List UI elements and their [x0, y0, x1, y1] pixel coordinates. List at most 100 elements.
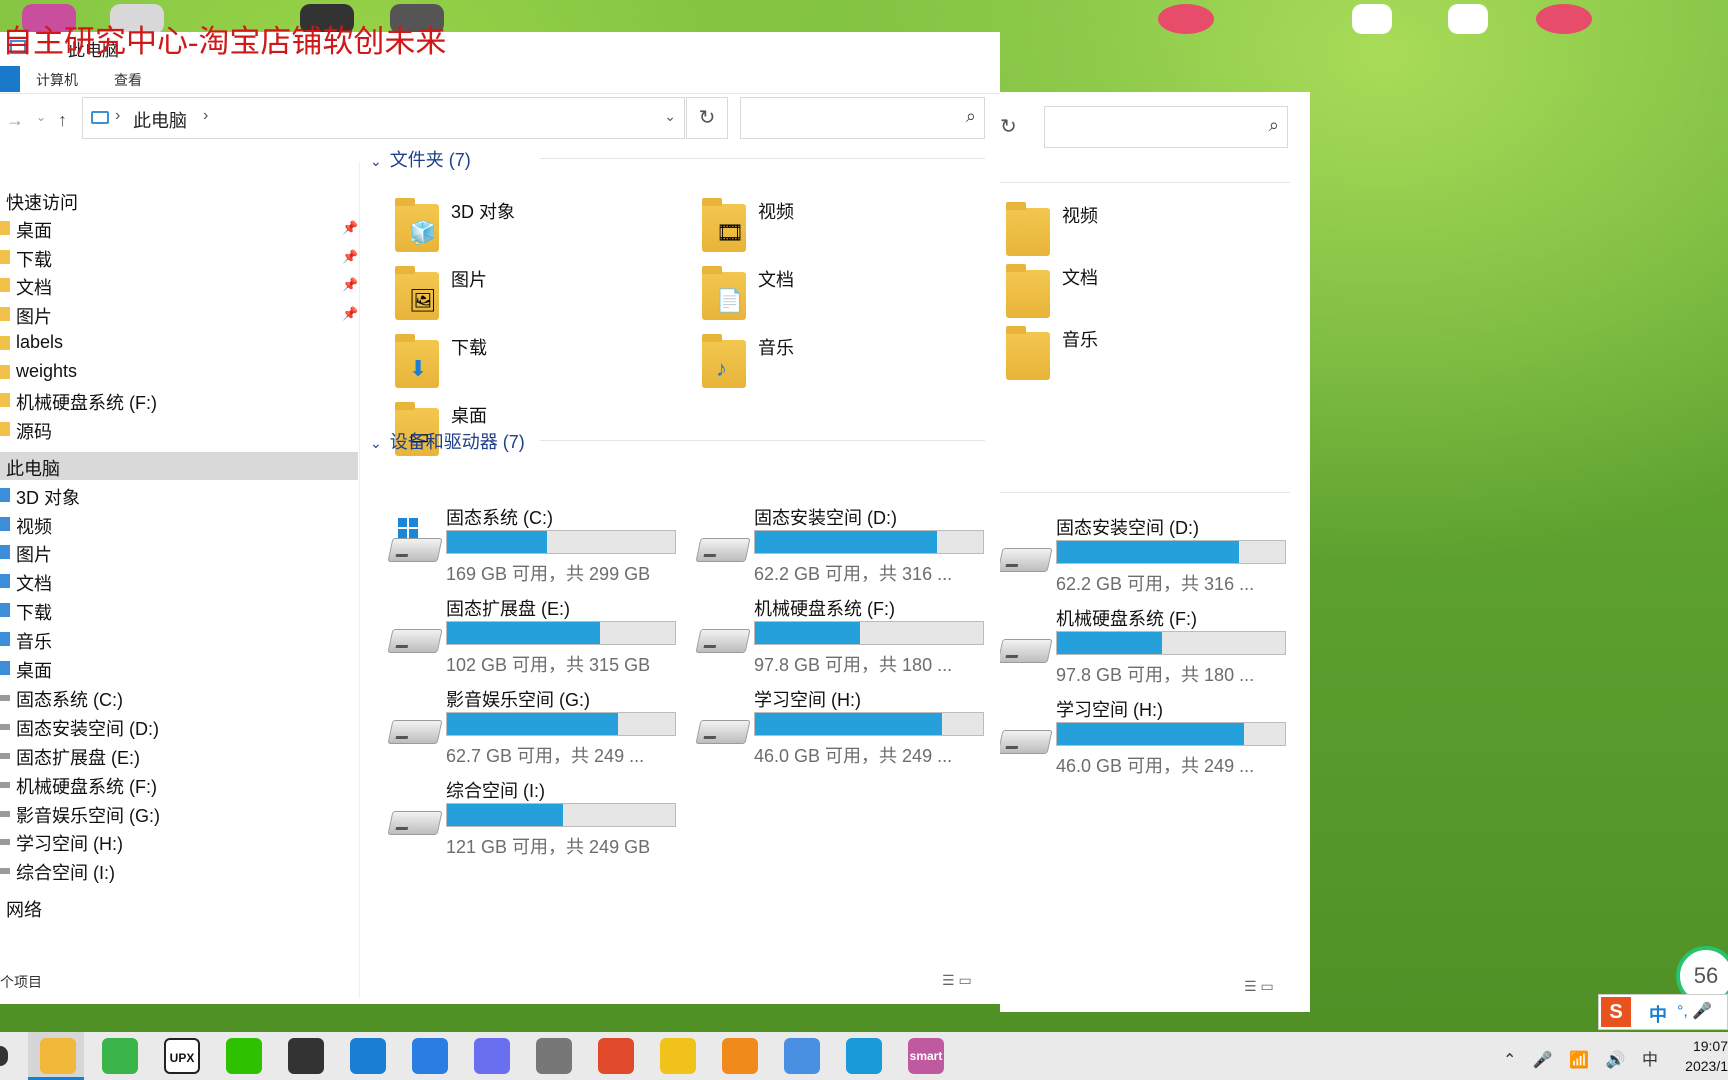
microphone-icon[interactable]: 🎤	[1533, 1052, 1553, 1069]
address-bar[interactable]: › 此电脑 › ⌄	[82, 97, 685, 139]
nav-item[interactable]: 综合空间 (I:)	[0, 856, 358, 884]
desktop-app-icon[interactable]	[1352, 4, 1392, 34]
pin-icon[interactable]: 📌	[342, 306, 358, 322]
group-header-folders[interactable]: ⌄ 文件夹 (7)	[370, 146, 471, 172]
nav-item[interactable]: 音乐	[0, 625, 358, 653]
language-indicator[interactable]: 中	[1642, 1052, 1658, 1069]
desktop-app-icon[interactable]	[1448, 4, 1488, 34]
up-arrow-icon[interactable]: ↑	[58, 110, 67, 131]
taskbar-app-puzzle[interactable]	[598, 1038, 634, 1074]
pin-icon[interactable]: 📌	[342, 277, 358, 293]
drive-item[interactable]: 固态安装空间 (D:) 62.2 GB 可用，共 316 ...	[695, 504, 998, 584]
taskbar-app-media[interactable]	[784, 1038, 820, 1074]
volume-icon[interactable]: 🔊	[1606, 1052, 1626, 1069]
nav-item[interactable]: 图片 📌	[0, 300, 358, 328]
explorer-window[interactable]: 此电脑 计算机 查看 → ⌄ ↑ › 此电脑 › ⌄ ↻ ⌕ 快速访问 桌面 📌 下载…	[0, 32, 1000, 1004]
search-input[interactable]: ⌕	[1044, 106, 1288, 148]
chevron-down-icon[interactable]: ⌄	[36, 110, 46, 124]
desktop-app-icon[interactable]	[1158, 4, 1214, 34]
breadcrumb[interactable]: 此电脑	[133, 107, 187, 133]
nav-item[interactable]: 机械硬盘系统 (F:)	[0, 770, 358, 798]
taskbar-app-avatar-app[interactable]	[722, 1038, 758, 1074]
nav-item[interactable]: 下载 📌	[0, 243, 358, 271]
pin-icon[interactable]: 📌	[342, 220, 358, 236]
chevron-down-icon[interactable]: ⌄	[370, 153, 382, 169]
nav-item[interactable]: 文档 📌	[0, 271, 358, 299]
taskbar-app-charts[interactable]	[660, 1038, 696, 1074]
nav-this-pc[interactable]: 此电脑	[0, 451, 358, 480]
secondary-explorer-window[interactable]: ↻ ⌕ 视频 文档 音乐 固态安装空间 (D:) 62.2 GB 可用，共 316 .…	[997, 92, 1310, 1012]
drive-item[interactable]: 机械硬盘系统 (F:) 97.8 GB 可用，共 180 ...	[997, 605, 1300, 685]
refresh-button[interactable]: ↻	[1000, 106, 1030, 148]
nav-item[interactable]: 桌面 📌	[0, 214, 358, 242]
nav-item[interactable]: weights	[0, 358, 358, 386]
nav-item[interactable]: 固态安装空间 (D:)	[0, 712, 358, 740]
nav-network[interactable]: 网络	[0, 893, 358, 921]
ime-extras[interactable]: °, 🎤	[1677, 1001, 1712, 1021]
taskbar-app-app-blue[interactable]	[350, 1038, 386, 1074]
file-tab[interactable]	[0, 66, 20, 92]
chevron-right-icon[interactable]: ›	[203, 107, 208, 125]
chevron-up-icon[interactable]: ⌃	[1503, 1052, 1516, 1069]
group-header-drives[interactable]: ⌄ 设备和驱动器 (7)	[370, 428, 525, 454]
folder-item[interactable]: 🎞 视频	[702, 198, 992, 260]
taskbar-app-todo[interactable]	[846, 1038, 882, 1074]
nav-item[interactable]: 图片	[0, 538, 358, 566]
taskbar-app-docs[interactable]	[536, 1038, 572, 1074]
pin-icon[interactable]: 📌	[342, 249, 358, 265]
navigation-pane[interactable]: 快速访问 桌面 📌 下载 📌 文档 📌 图片 📌 labels weights 机械硬盘系统 (F:)…	[0, 162, 360, 998]
drive-item[interactable]: 综合空间 (I:) 121 GB 可用，共 249 GB	[387, 777, 690, 857]
taskbar-app-smart[interactable]: smart	[908, 1038, 944, 1074]
nav-item[interactable]: 学习空间 (H:)	[0, 827, 358, 855]
view-toggle-icons[interactable]: ☰ ▭	[942, 972, 972, 989]
drive-item[interactable]: 机械硬盘系统 (F:) 97.8 GB 可用，共 180 ...	[695, 595, 998, 675]
taskbar-app-file-explorer[interactable]	[40, 1038, 76, 1074]
nav-item[interactable]: labels	[0, 329, 358, 357]
chevron-right-icon[interactable]: ›	[115, 107, 120, 125]
taskbar-app-wechat[interactable]	[226, 1038, 262, 1074]
nav-item[interactable]: 固态扩展盘 (E:)	[0, 741, 358, 769]
folder-item[interactable]: 🖼 图片	[395, 266, 685, 328]
taskbar-app-obs[interactable]	[288, 1038, 324, 1074]
drive-item[interactable]: 学习空间 (H:) 46.0 GB 可用，共 249 ...	[695, 686, 998, 766]
nav-item[interactable]: 固态系统 (C:)	[0, 683, 358, 711]
clock[interactable]: 19:07 2023/1	[1664, 1036, 1728, 1076]
drive-item[interactable]: 固态系统 (C:) 169 GB 可用，共 299 GB	[387, 504, 690, 584]
ribbon[interactable]: 计算机 查看	[0, 64, 1000, 94]
chevron-down-icon[interactable]: ⌄	[664, 108, 676, 125]
desktop-app-icon[interactable]	[1536, 4, 1592, 34]
folder-item[interactable]: 视频	[1006, 202, 1296, 264]
folder-item[interactable]: 🧊 3D 对象	[395, 198, 685, 260]
folder-item[interactable]: 音乐	[1006, 326, 1296, 388]
sogou-icon[interactable]: S	[1601, 997, 1631, 1027]
drive-item[interactable]: 影音娱乐空间 (G:) 62.7 GB 可用，共 249 ...	[387, 686, 690, 766]
system-tray[interactable]: ⌃ 🎤 📶 🔊 中	[1503, 1046, 1658, 1070]
start-button[interactable]	[0, 1046, 8, 1066]
ime-toolbar[interactable]: S 中 °, 🎤	[1598, 994, 1728, 1030]
nav-item[interactable]: 视频	[0, 510, 358, 538]
nav-item[interactable]: 桌面	[0, 654, 358, 682]
chevron-down-icon[interactable]: ⌄	[370, 435, 382, 451]
network-icon[interactable]: 📶	[1569, 1052, 1589, 1069]
ime-mode[interactable]: 中	[1649, 1001, 1667, 1027]
taskbar-app-app-purple[interactable]	[474, 1038, 510, 1074]
nav-item[interactable]: 下载	[0, 596, 358, 624]
view-toggle-icons[interactable]: ☰ ▭	[1244, 978, 1274, 995]
drive-item[interactable]: 学习空间 (H:) 46.0 GB 可用，共 249 ...	[997, 696, 1300, 776]
folder-item[interactable]: ⬇ 下载	[395, 334, 685, 396]
taskbar-app-upx[interactable]: UPX	[164, 1038, 200, 1074]
nav-item[interactable]: 文档	[0, 567, 358, 595]
search-input[interactable]: ⌕	[740, 97, 985, 139]
nav-item[interactable]: 影音娱乐空间 (G:)	[0, 799, 358, 827]
taskbar[interactable]: UPX smart ⌃ 🎤 📶 🔊 中 19:07 2023/1	[0, 1032, 1728, 1080]
forward-icon[interactable]: →	[6, 110, 24, 131]
nav-item[interactable]: 源码	[0, 415, 358, 443]
tab-computer[interactable]: 计算机	[36, 70, 78, 90]
refresh-button[interactable]: ↻	[686, 97, 728, 139]
taskbar-app-browser[interactable]	[102, 1038, 138, 1074]
folder-item[interactable]: 📄 文档	[702, 266, 992, 328]
drive-item[interactable]: 固态安装空间 (D:) 62.2 GB 可用，共 316 ...	[997, 514, 1300, 594]
nav-item[interactable]: 3D 对象	[0, 481, 358, 509]
nav-quick-access[interactable]: 快速访问	[0, 186, 358, 214]
tab-view[interactable]: 查看	[114, 70, 142, 90]
